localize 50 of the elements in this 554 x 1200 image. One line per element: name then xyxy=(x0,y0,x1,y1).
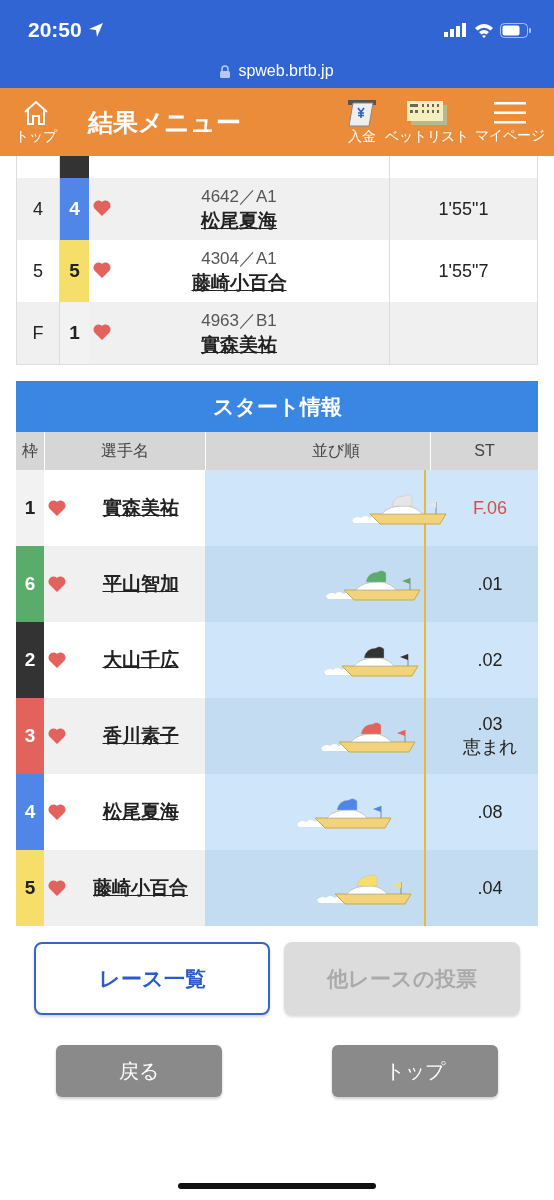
start-timing: .03 xyxy=(477,713,503,735)
section-title: スタート情報 xyxy=(16,381,538,432)
menu-icon xyxy=(494,99,526,126)
heart-icon[interactable] xyxy=(48,880,66,896)
heart-icon[interactable] xyxy=(93,200,111,216)
heart-icon[interactable] xyxy=(48,576,66,592)
racer-id-class: 4304／A1 xyxy=(201,247,277,270)
frame-number-cell: 6 xyxy=(16,546,44,622)
heart-icon[interactable] xyxy=(48,728,66,744)
heart-icon[interactable] xyxy=(48,804,66,820)
frame-number-cell: 5 xyxy=(60,240,89,302)
status-time: 20:50 xyxy=(28,18,82,42)
frame-number-cell: 4 xyxy=(60,178,89,240)
url-text: spweb.brtb.jp xyxy=(238,62,334,80)
frame-number-cell: 1 xyxy=(16,470,44,546)
racer-id-class: 4963／B1 xyxy=(201,309,277,332)
racer-name-link[interactable]: 實森美祐 xyxy=(76,495,205,521)
column-header: 枠 xyxy=(21,440,39,461)
racer-name-link[interactable]: 實森美祐 xyxy=(201,331,277,358)
page-title: 結果メニュー xyxy=(88,106,241,138)
wifi-icon xyxy=(474,22,494,38)
start-timing: .04 xyxy=(477,877,503,899)
heart-icon[interactable] xyxy=(93,324,111,340)
racer-name-link[interactable]: 藤崎小百合 xyxy=(191,269,287,296)
heart-icon[interactable] xyxy=(48,500,66,516)
racer-name-link[interactable]: 松尾夏海 xyxy=(76,799,205,825)
start-note: 恵まれ xyxy=(463,735,517,759)
racer-name-link[interactable]: 大山千広 xyxy=(76,647,205,673)
frame-number-cell: 5 xyxy=(16,850,44,926)
start-timing: .01 xyxy=(477,573,503,595)
yen-slip-icon xyxy=(345,98,379,127)
start-timing: .02 xyxy=(477,649,503,671)
lock-icon xyxy=(220,64,231,78)
racer-id-class: 4642／A1 xyxy=(201,185,277,208)
race-time: 1'55"7 xyxy=(438,260,489,282)
start-timing: F.06 xyxy=(473,497,507,519)
racer-name-link[interactable]: 松尾夏海 xyxy=(201,207,277,234)
ticket-icon xyxy=(406,98,448,127)
frame-number-cell: 2 xyxy=(16,622,44,698)
action-button[interactable]: レース一覧 xyxy=(34,942,270,1015)
frame-number-cell: 3 xyxy=(16,698,44,774)
heart-icon[interactable] xyxy=(93,262,111,278)
house-icon xyxy=(22,98,50,127)
location-arrow-icon xyxy=(87,22,104,38)
start-timing: .08 xyxy=(477,801,503,823)
frame-number-cell: 4 xyxy=(16,774,44,850)
heart-icon[interactable] xyxy=(48,652,66,668)
signal-icon xyxy=(444,23,468,37)
race-time: 1'55"1 xyxy=(438,198,489,220)
battery-icon xyxy=(500,22,532,38)
